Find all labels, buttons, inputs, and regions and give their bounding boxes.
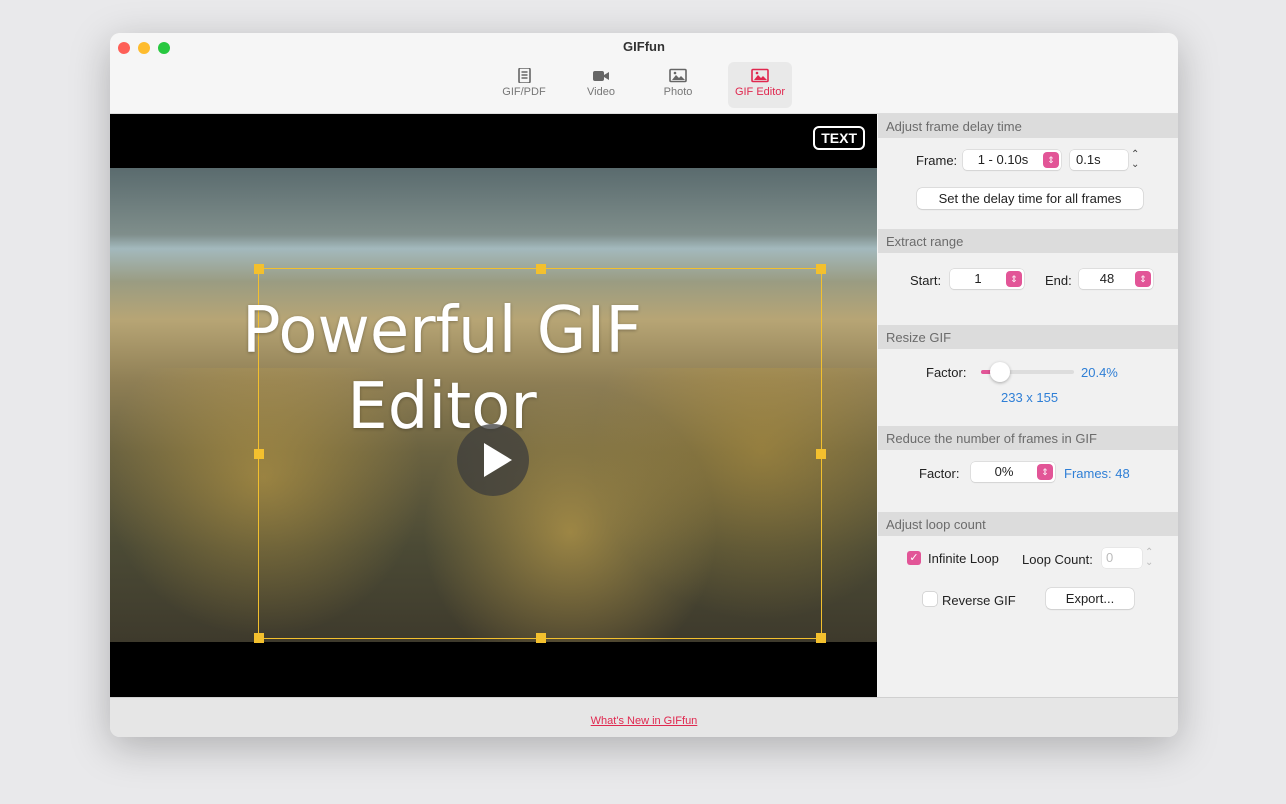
- factor-value: 20.4%: [1081, 365, 1118, 380]
- frames-count: Frames: 48: [1064, 466, 1130, 481]
- reverse-gif-checkbox[interactable]: [923, 592, 937, 606]
- infinite-loop-checkbox[interactable]: ✓: [907, 551, 921, 565]
- factor-label: Factor:: [919, 466, 960, 481]
- photo-icon: [669, 68, 687, 83]
- crop-handle[interactable]: [816, 449, 826, 459]
- reduce-factor-select[interactable]: 0% ⇕: [971, 462, 1055, 482]
- infinite-loop-label: Infinite Loop: [928, 551, 999, 566]
- tab-label: Photo: [663, 86, 693, 98]
- start-label: Start:: [910, 273, 942, 288]
- delay-input[interactable]: 0.1s: [1070, 150, 1128, 170]
- tab-video[interactable]: Video: [569, 62, 633, 108]
- loop-count-label: Loop Count:: [1022, 552, 1093, 567]
- crop-handle[interactable]: [254, 449, 264, 459]
- crop-handle[interactable]: [536, 633, 546, 643]
- window-title: GIFfun: [623, 39, 665, 54]
- overlay-text-line: Editor: [347, 370, 537, 444]
- footer: What's New in GIFfun: [110, 697, 1178, 737]
- crop-handle[interactable]: [536, 264, 546, 274]
- set-all-frames-button[interactable]: Set the delay time for all frames: [917, 188, 1143, 209]
- preview-image: Powerful GIF Editor: [110, 168, 877, 643]
- frame-value: 1 - 0.10s: [977, 152, 1029, 167]
- start-value: 1: [974, 271, 982, 286]
- section-header: Reduce the number of frames in GIF: [878, 426, 1178, 450]
- crop-handle[interactable]: [816, 264, 826, 274]
- settings-panel: Adjust frame delay time Frame: 1 - 0.10s…: [878, 114, 1178, 697]
- reverse-gif-label: Reverse GIF: [942, 593, 1016, 608]
- crop-handle[interactable]: [816, 633, 826, 643]
- end-label: End:: [1045, 273, 1072, 288]
- tab-gif-editor[interactable]: GIF Editor: [728, 62, 792, 108]
- stepper-icon: ⇕: [1037, 464, 1053, 480]
- tab-label: Video: [587, 86, 615, 98]
- resize-slider[interactable]: [981, 362, 1074, 382]
- loop-count-input[interactable]: 0: [1102, 548, 1142, 568]
- factor-label: Factor:: [926, 365, 967, 380]
- tab-photo[interactable]: Photo: [646, 62, 710, 108]
- section-header: Adjust loop count: [878, 512, 1178, 536]
- app-window: GIFfun GIF/PDF Video Photo GIF Editor TE…: [110, 33, 1178, 737]
- gif-preview[interactable]: TEXT Powerful GIF Editor: [110, 114, 877, 697]
- crop-handle[interactable]: [254, 633, 264, 643]
- tab-label: GIF Editor: [734, 86, 786, 98]
- video-camera-icon: [593, 71, 609, 81]
- slider-knob[interactable]: [989, 362, 1010, 382]
- document-icon: [518, 68, 531, 83]
- start-select[interactable]: 1 ⇕: [950, 269, 1024, 289]
- stepper-icon: ⇕: [1135, 271, 1151, 287]
- frame-select[interactable]: 1 - 0.10s ⇕: [963, 150, 1061, 170]
- export-button[interactable]: Export...: [1046, 588, 1134, 609]
- section-header: Extract range: [878, 229, 1178, 253]
- text-tool-button[interactable]: TEXT: [813, 126, 865, 150]
- overlay-text-line: Powerful GIF: [242, 294, 642, 368]
- tab-label: GIF/PDF: [502, 86, 546, 98]
- dimensions: 233 x 155: [1001, 390, 1059, 405]
- section-header: Resize GIF: [878, 325, 1178, 349]
- whats-new-link[interactable]: What's New in GIFfun: [591, 715, 698, 727]
- section-header: Adjust frame delay time: [878, 114, 1178, 138]
- photo-icon: [751, 68, 769, 83]
- toolbar: GIFfun GIF/PDF Video Photo GIF Editor: [110, 33, 1178, 114]
- crop-handle[interactable]: [254, 264, 264, 274]
- loop-count-stepper[interactable]: ⌃ ⌄: [1145, 548, 1153, 568]
- play-button[interactable]: [457, 424, 529, 496]
- reduce-factor-value: 0%: [994, 464, 1014, 479]
- tab-gif-pdf[interactable]: GIF/PDF: [492, 62, 556, 108]
- stepper-icon: ⇕: [1043, 152, 1059, 168]
- delay-stepper[interactable]: ⌃ ⌄: [1131, 150, 1139, 170]
- frame-label: Frame:: [916, 153, 958, 168]
- end-value: 48: [1099, 271, 1115, 286]
- stepper-icon: ⇕: [1006, 271, 1022, 287]
- overlay-text[interactable]: Powerful GIF Editor: [222, 293, 662, 445]
- end-select[interactable]: 48 ⇕: [1079, 269, 1153, 289]
